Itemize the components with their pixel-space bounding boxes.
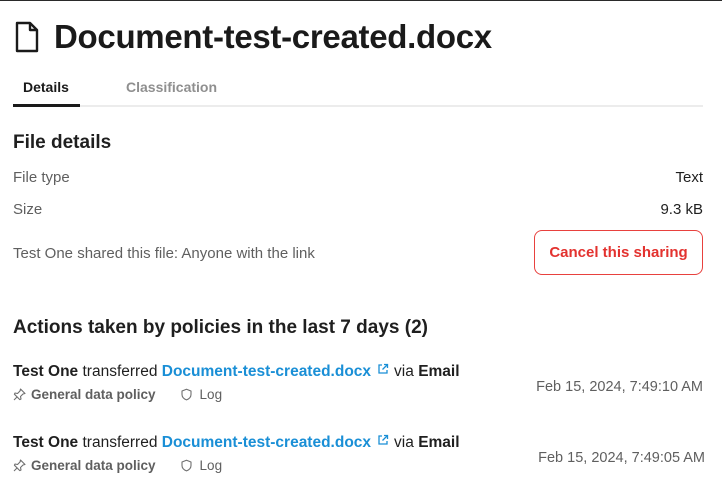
- list-item: Test One transferred Document-test-creat…: [13, 363, 705, 409]
- policy-name: General data policy: [31, 387, 156, 402]
- action-user: Test One: [13, 434, 79, 451]
- action-verb: transferred: [82, 363, 158, 380]
- sharing-status-text: Test One shared this file: Anyone with t…: [13, 245, 315, 262]
- file-details-panel: Document-test-created.docx Details Class…: [0, 0, 722, 500]
- document-link[interactable]: Document-test-created.docx: [162, 434, 371, 451]
- action-summary: Test One transferred Document-test-creat…: [13, 363, 460, 381]
- action-verb: transferred: [82, 434, 158, 451]
- action-via: via: [394, 434, 414, 451]
- action-timestamp: Feb 15, 2024, 7:49:05 AM: [538, 450, 705, 466]
- cancel-sharing-button[interactable]: Cancel this sharing: [534, 230, 703, 275]
- pin-icon: [13, 459, 26, 472]
- shield-icon: [180, 388, 192, 401]
- size-value: 9.3 kB: [660, 201, 703, 218]
- action-summary: Test One transferred Document-test-creat…: [13, 434, 460, 452]
- list-item: Test One transferred Document-test-creat…: [13, 434, 705, 480]
- action-channel: Email: [418, 363, 460, 380]
- action-channel: Email: [418, 434, 460, 451]
- external-link-icon[interactable]: [377, 434, 389, 446]
- pin-icon: [13, 388, 26, 401]
- actions-heading: Actions taken by policies in the last 7 …: [13, 317, 428, 338]
- title-row: Document-test-created.docx: [14, 15, 492, 59]
- file-type-label: File type: [13, 169, 70, 186]
- file-details-heading: File details: [13, 132, 112, 153]
- action-meta: General data policy Log: [13, 458, 222, 473]
- file-type-value: Text: [675, 169, 703, 186]
- tab-classification[interactable]: Classification: [126, 73, 217, 107]
- document-icon: [15, 21, 39, 53]
- policy-outcome: Log: [199, 387, 223, 402]
- external-link-icon[interactable]: [377, 363, 389, 375]
- action-timestamp: Feb 15, 2024, 7:49:10 AM: [536, 379, 703, 395]
- action-via: via: [394, 363, 414, 380]
- action-meta: General data policy Log: [13, 387, 222, 402]
- tab-bar: Details Classification: [13, 73, 703, 107]
- shield-icon: [180, 459, 192, 472]
- size-label: Size: [13, 201, 43, 218]
- action-user: Test One: [13, 363, 79, 380]
- policy-name: General data policy: [31, 458, 156, 473]
- policy-outcome: Log: [199, 458, 223, 473]
- tab-details[interactable]: Details: [13, 73, 80, 107]
- page-title: Document-test-created.docx: [54, 18, 492, 55]
- document-link[interactable]: Document-test-created.docx: [162, 363, 371, 380]
